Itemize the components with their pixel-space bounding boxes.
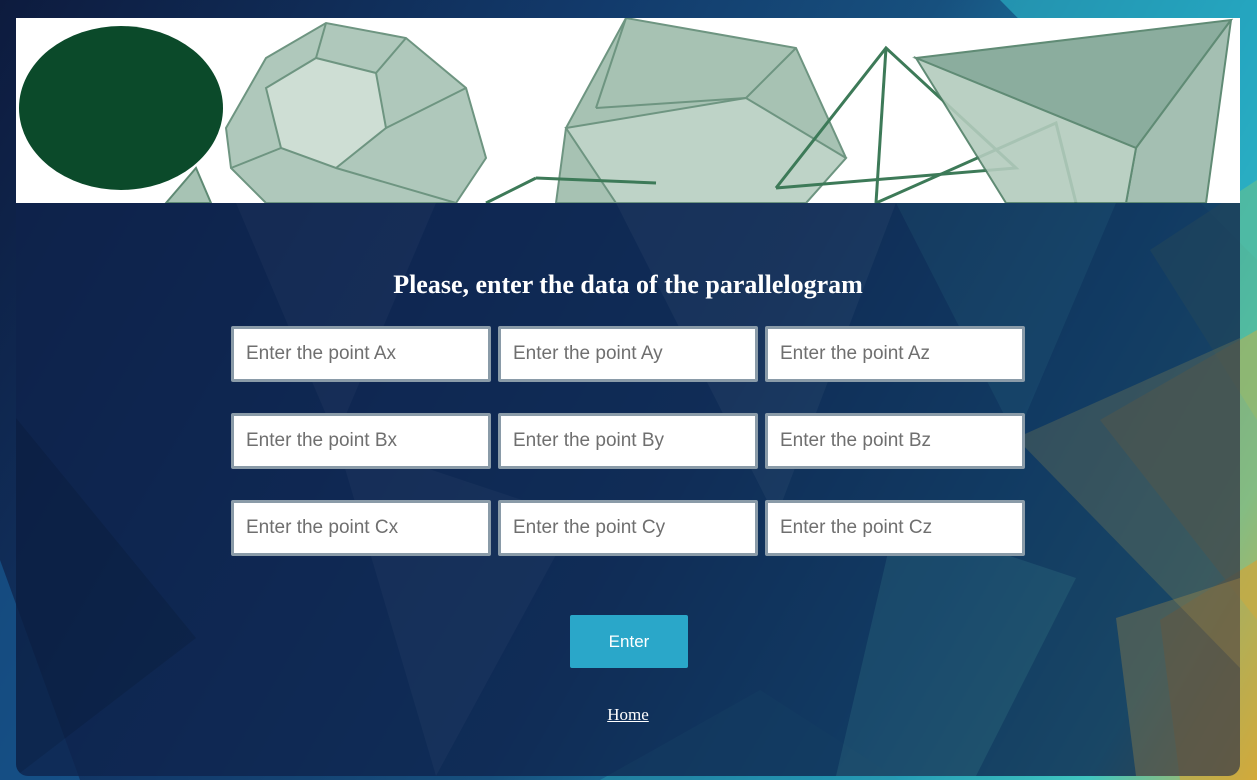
enter-button[interactable]: Enter (570, 615, 688, 668)
point-bx-input[interactable] (231, 413, 491, 469)
form-title: Please, enter the data of the parallelog… (393, 270, 863, 299)
point-ax-input[interactable] (231, 326, 491, 382)
point-cy-input[interactable] (498, 500, 758, 556)
header-banner (16, 18, 1240, 203)
point-az-input[interactable] (765, 326, 1025, 382)
point-cz-input[interactable] (765, 500, 1025, 556)
point-cx-input[interactable] (231, 500, 491, 556)
geometric-shapes-banner-icon (19, 18, 1234, 203)
point-bz-input[interactable] (765, 413, 1025, 469)
home-link[interactable]: Home (16, 705, 1240, 725)
point-ay-input[interactable] (498, 326, 758, 382)
point-by-input[interactable] (498, 413, 758, 469)
main-panel: Please, enter the data of the parallelog… (16, 18, 1240, 776)
